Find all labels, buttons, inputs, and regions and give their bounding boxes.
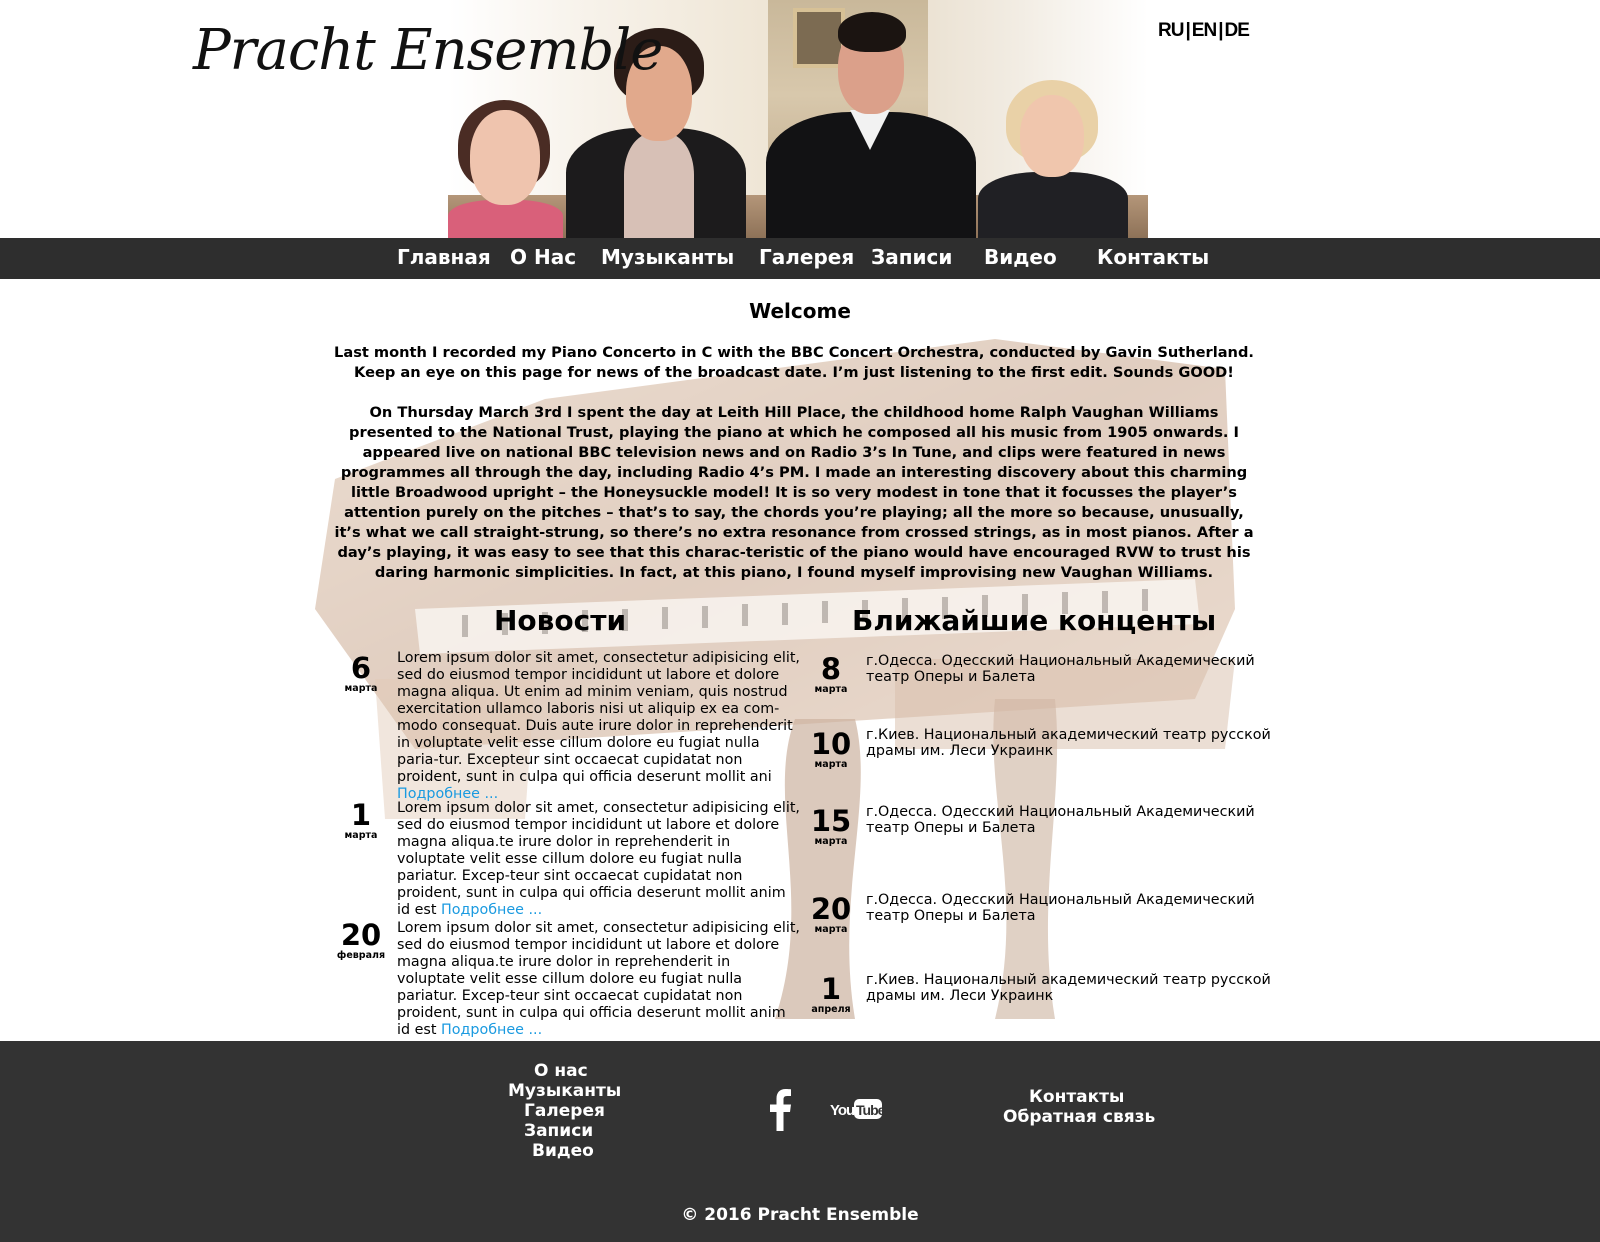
footer-link-about[interactable]: О нас xyxy=(534,1061,588,1081)
lang-en[interactable]: EN xyxy=(1192,20,1217,42)
date-day: 1 xyxy=(350,798,372,832)
date-day: 20 xyxy=(340,918,382,952)
nav-gallery[interactable]: Галерея xyxy=(759,245,854,269)
read-more-link[interactable]: Подробнее ... xyxy=(441,902,542,918)
nav-video[interactable]: Видео xyxy=(984,245,1057,269)
concert-item: г.Киев. Национальный академический театр… xyxy=(866,727,1271,759)
musician-figure xyxy=(978,80,1128,238)
musician-figure xyxy=(448,100,563,238)
nav-recordings[interactable]: Записи xyxy=(871,245,952,269)
site-header: Pracht Ensemble RU | EN | DE xyxy=(0,0,1600,238)
facebook-icon[interactable] xyxy=(768,1089,792,1131)
footer-link-gallery[interactable]: Галерея xyxy=(524,1101,605,1121)
svg-text:Tube: Tube xyxy=(856,1102,882,1118)
news-date: 1 марта xyxy=(330,799,392,841)
nav-about[interactable]: О Нас xyxy=(510,245,576,269)
language-switcher: RU | EN | DE xyxy=(1158,20,1250,42)
news-text: Lorem ipsum dolor sit amet, consectetur … xyxy=(397,800,800,918)
date-month: марта xyxy=(814,836,848,847)
welcome-paragraph: On Thursday March 3rd I spent the day at… xyxy=(334,404,1254,581)
concert-item: г.Киев. Национальный академический театр… xyxy=(866,972,1271,1004)
date-day: 6 xyxy=(350,651,372,685)
concert-date: 1 апреля xyxy=(800,973,862,1015)
date-month: апреля xyxy=(811,1004,851,1015)
site-logo[interactable]: Pracht Ensemble xyxy=(193,18,663,83)
read-more-link[interactable]: Подробнее ... xyxy=(441,1022,542,1038)
footer-link-feedback[interactable]: Обратная связь xyxy=(1003,1107,1155,1127)
lang-ru[interactable]: RU xyxy=(1158,20,1184,42)
nav-contacts[interactable]: Контакты xyxy=(1097,245,1209,269)
date-month: февраля xyxy=(336,950,386,961)
concert-item: г.Одесса. Одесский Национальный Академич… xyxy=(866,892,1255,924)
news-text: Lorem ipsum dolor sit amet, consectetur … xyxy=(397,650,800,785)
date-day: 20 xyxy=(810,892,852,926)
news-item: Lorem ipsum dolor sit amet, consectetur … xyxy=(397,650,801,803)
musician-figure xyxy=(766,12,976,238)
concert-item: г.Одесса. Одесский Национальный Академич… xyxy=(866,804,1255,836)
news-date: 6 марта xyxy=(330,652,392,694)
date-day: 10 xyxy=(810,727,852,761)
news-title: Новости xyxy=(494,604,627,637)
date-month: марта xyxy=(344,683,378,694)
youtube-icon[interactable]: You Tube xyxy=(830,1097,882,1121)
date-day: 8 xyxy=(820,652,842,686)
date-day: 1 xyxy=(820,972,842,1006)
date-month: марта xyxy=(814,924,848,935)
footer-link-musicians[interactable]: Музыканты xyxy=(508,1081,621,1101)
news-item: Lorem ipsum dolor sit amet, consectetur … xyxy=(397,800,801,919)
main-nav: Главная О Нас Музыканты Галерея Записи В… xyxy=(0,238,1600,279)
site-footer: О нас Музыканты Галерея Записи Видео You… xyxy=(0,1041,1600,1242)
welcome-title: Welcome xyxy=(749,299,851,323)
concert-item: г.Одесса. Одесский Национальный Академич… xyxy=(866,653,1255,685)
date-month: марта xyxy=(344,830,378,841)
news-item: Lorem ipsum dolor sit amet, consectetur … xyxy=(397,920,801,1039)
svg-text:You: You xyxy=(830,1102,855,1119)
nav-musicians[interactable]: Музыканты xyxy=(601,245,734,269)
welcome-paragraph: Last month I recorded my Piano Concerto … xyxy=(334,344,1254,381)
news-date: 20 февраля xyxy=(330,919,392,961)
lang-de[interactable]: DE xyxy=(1225,20,1250,42)
concert-date: 20 марта xyxy=(800,893,862,935)
nav-home[interactable]: Главная xyxy=(397,245,491,269)
copyright-text: © 2016 Pracht Ensemble xyxy=(681,1205,919,1225)
date-month: марта xyxy=(814,759,848,770)
footer-link-contacts[interactable]: Контакты xyxy=(1029,1087,1124,1107)
concert-date: 8 марта xyxy=(800,653,862,695)
footer-link-recordings[interactable]: Записи xyxy=(524,1121,593,1141)
news-text: Lorem ipsum dolor sit amet, consectetur … xyxy=(397,920,800,1038)
footer-link-video[interactable]: Видео xyxy=(532,1141,594,1161)
concerts-title: Ближайшие конценты xyxy=(852,604,1217,637)
main-content: Welcome Last month I recorded my Piano C… xyxy=(0,279,1600,1041)
concert-date: 15 марта xyxy=(800,805,862,847)
concert-date: 10 марта xyxy=(800,728,862,770)
date-day: 15 xyxy=(810,804,852,838)
date-month: марта xyxy=(814,684,848,695)
